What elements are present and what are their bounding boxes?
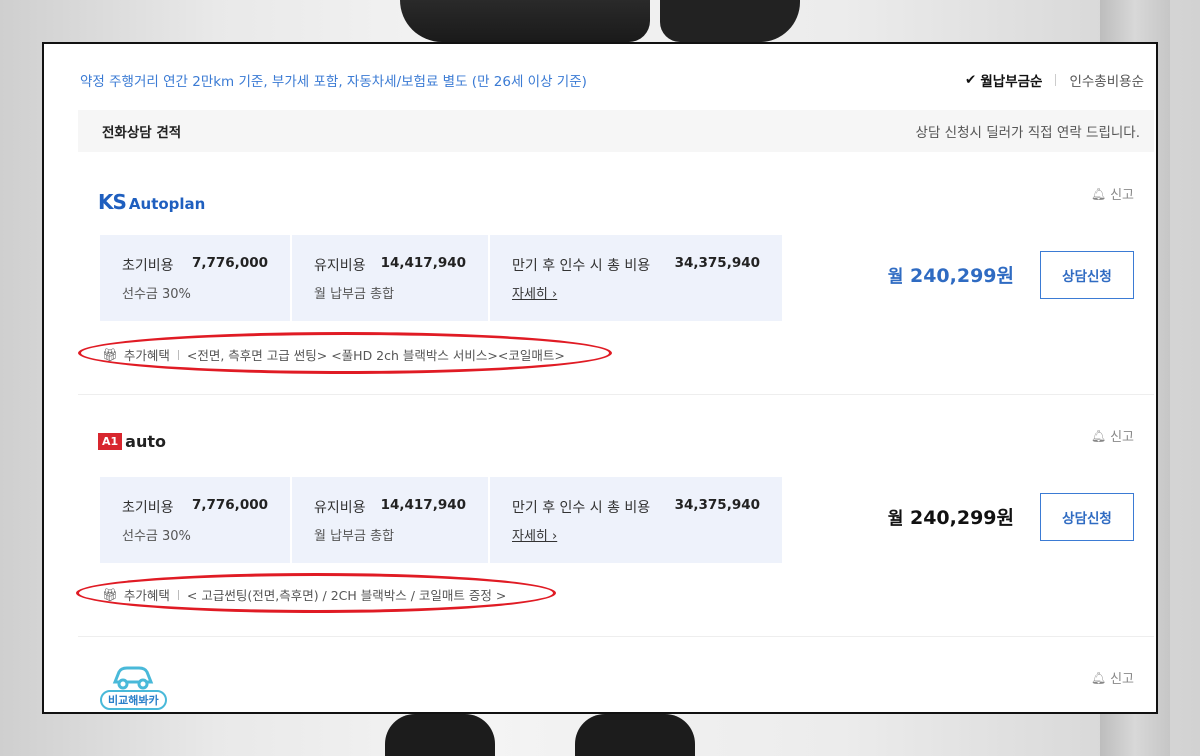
dealer-quote: 비교해봐카 🔔︎ 신고 — [78, 44, 1154, 712]
bell-icon: 🔔︎ — [1090, 670, 1107, 685]
report-button[interactable]: 🔔︎ 신고 — [1090, 668, 1134, 688]
logo-name: 비교해봐카 — [100, 690, 167, 710]
quote-list-panel: 약정 주행거리 연간 2만km 기준, 부가세 포함, 자동차세/보험료 별도 … — [42, 42, 1158, 714]
background-photo-shape — [400, 0, 650, 42]
dealer-logo: 비교해봐카 — [100, 666, 167, 710]
car-logo-icon — [113, 666, 154, 690]
background-photo-shape — [575, 714, 695, 756]
background-photo-shape — [385, 714, 495, 756]
background-photo-shape — [660, 0, 800, 42]
report-label: 신고 — [1110, 672, 1134, 687]
